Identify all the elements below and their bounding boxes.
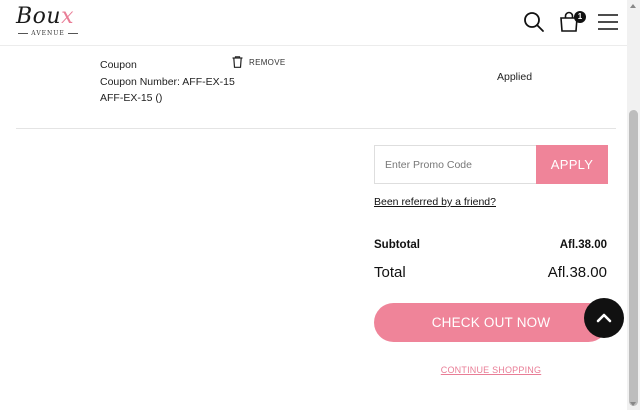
continue-shopping-link[interactable]: CONTINUE SHOPPING xyxy=(374,365,608,375)
promo-code-input[interactable] xyxy=(374,145,536,184)
logo-subtitle: AVENUE xyxy=(31,30,65,37)
subtotal-label: Subtotal xyxy=(374,239,420,251)
scroll-down-arrow-icon[interactable] xyxy=(630,402,636,406)
scroll-up-arrow-icon[interactable] xyxy=(630,4,636,8)
remove-coupon-button[interactable]: REMOVE xyxy=(232,56,285,68)
logo-text: Bou xyxy=(16,4,62,29)
coupon-title: Coupon xyxy=(100,59,137,71)
scrollbar-thumb[interactable] xyxy=(629,110,638,406)
coupon-status: Applied xyxy=(497,71,533,83)
search-icon[interactable] xyxy=(522,10,546,34)
apply-promo-button[interactable]: APPLY xyxy=(536,145,608,184)
page-scrollbar[interactable] xyxy=(627,0,640,410)
site-header: Boux AVENUE 1 xyxy=(0,0,627,46)
referred-friend-link[interactable]: Been referred by a friend? xyxy=(374,196,496,208)
remove-label: REMOVE xyxy=(249,57,286,67)
total-value: Afl.38.00 xyxy=(547,264,607,281)
coupon-number: Coupon Number: AFF-EX-15 xyxy=(100,75,235,88)
chevron-up-icon xyxy=(596,313,612,323)
hamburger-menu-icon[interactable] xyxy=(596,10,620,34)
cart-count-badge: 1 xyxy=(574,11,586,23)
scroll-to-top-button[interactable] xyxy=(584,298,624,338)
checkout-button[interactable]: CHECK OUT NOW xyxy=(374,303,608,342)
trash-icon xyxy=(232,56,243,68)
logo-accent: x xyxy=(61,4,75,29)
subtotal-value: Afl.38.00 xyxy=(559,239,607,251)
coupon-code: AFF-EX-15 () xyxy=(100,92,163,104)
section-divider xyxy=(16,128,616,129)
total-label: Total xyxy=(374,264,406,281)
brand-logo[interactable]: Boux AVENUE xyxy=(16,4,80,40)
coupon-details: Coupon Coupon Number: AFF-EX-15 AFF-EX-1… xyxy=(100,57,235,107)
